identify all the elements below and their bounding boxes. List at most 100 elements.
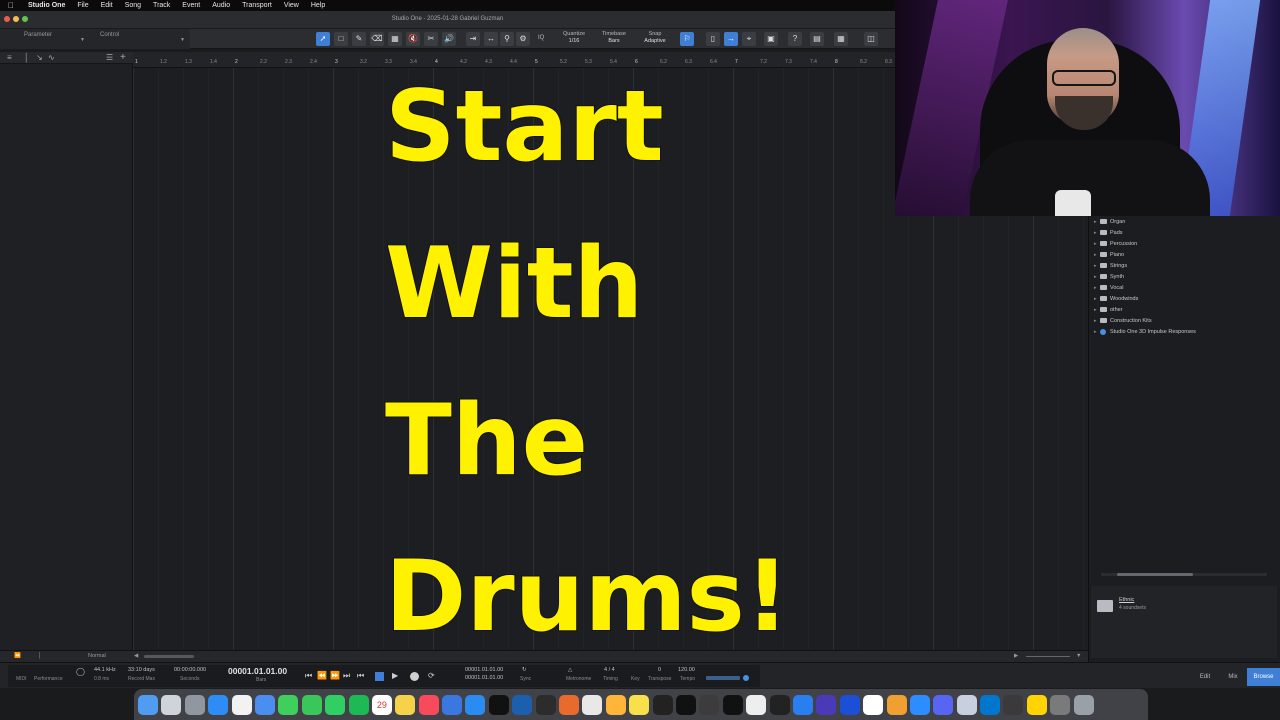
help-button[interactable]: ? [788,32,802,46]
spotify-icon[interactable] [348,694,369,715]
fast-forward-icon[interactable]: ⏩ [330,671,340,680]
screenshot-icon[interactable] [1050,694,1071,715]
quantize-selector[interactable]: Quantize 1/16 [560,31,588,45]
xcode-icon[interactable] [792,694,813,715]
listen-tool-icon[interactable]: 🔊 [442,32,456,46]
calendar-icon[interactable]: 29 [371,694,392,715]
browser-item[interactable]: ▸ Piano [1089,249,1280,260]
zoom-slider[interactable] [1026,656,1070,657]
activity-icon[interactable] [582,694,603,715]
browser-item[interactable]: ▸ Vocal [1089,282,1280,293]
chevron-down-icon[interactable]: ▼ [180,37,185,43]
screenflow-icon[interactable] [559,694,580,715]
editor-icon[interactable]: ▤ [810,32,824,46]
menu-event[interactable]: Event [176,2,206,9]
metronome-icon[interactable]: △ [568,667,572,673]
menu-edit[interactable]: Edit [95,2,119,9]
rode-icon[interactable] [769,694,790,715]
return-to-zero-icon[interactable]: ⏮ [305,671,312,681]
discord-icon[interactable] [933,694,954,715]
key-label[interactable]: Key [631,676,640,682]
volume-meter[interactable] [706,676,740,680]
crosshair-icon[interactable]: ⌖ [742,32,756,46]
launchpad-icon[interactable] [161,694,182,715]
go-to-end-icon[interactable]: ⏭ [343,671,350,681]
loop-end-value[interactable]: 00001.01.01.00 [465,675,503,681]
track-list-icon[interactable]: ▣ [764,32,778,46]
browser-item[interactable]: ▸ Studio One 3D Impulse Responses [1089,326,1280,337]
sync-icon[interactable]: ↻ [522,667,527,673]
scroll-left-icon[interactable]: ◀ [134,653,138,659]
volume-knob[interactable] [743,675,749,681]
range-tool-icon[interactable]: □ [334,32,348,46]
timebase-selector[interactable]: Timebase Bars [598,31,630,45]
notion-icon[interactable] [746,694,767,715]
automation-icon[interactable]: ↘ [36,53,43,62]
eraser-tool-icon[interactable]: ⌫ [370,32,384,46]
appstore-icon[interactable] [465,694,486,715]
safari-icon[interactable] [208,694,229,715]
browser-item[interactable]: ▸ Synth [1089,271,1280,282]
loop-start-value[interactable]: 00001.01.01.00 [465,667,503,673]
menu-file[interactable]: File [71,2,94,9]
position-display[interactable]: 00001.01.01.00 [228,666,287,676]
browser-item[interactable]: ▸ Woodwinds [1089,293,1280,304]
gfx-icon[interactable] [886,694,907,715]
rewind-icon[interactable]: ⏪ [317,671,327,680]
scroll-right-icon[interactable]: ▶ [1014,653,1018,659]
seconds-value[interactable]: 00:00:00.000 [174,667,206,673]
keynote-icon[interactable] [442,694,463,715]
play-button[interactable]: ▶ [392,671,398,680]
list-icon[interactable]: ☰ [106,53,113,62]
mail-icon[interactable] [254,694,275,715]
add-track-icon[interactable]: + [120,52,126,63]
layout-icon[interactable]: ◫ [864,32,878,46]
inspector-parameter-control[interactable]: Parameter Control ▼ ▼ [0,29,190,49]
iq-button[interactable]: IQ [538,35,544,42]
tempo-value[interactable]: 120.00 [678,667,695,673]
paint-tool-icon[interactable]: ▦ [388,32,402,46]
zoom-tool-icon[interactable]: ⚲ [500,32,514,46]
tab-browse[interactable]: Browse [1247,668,1280,686]
nectar-icon[interactable] [629,694,650,715]
preview-icon[interactable] [956,694,977,715]
menu-view[interactable]: View [278,2,305,9]
kontakt-icon[interactable] [699,694,720,715]
browser-scrollbar-thumb[interactable] [1117,573,1193,576]
finder-icon[interactable] [138,694,158,715]
notion-app-icon[interactable] [863,694,884,715]
browser-scrollbar[interactable] [1101,573,1267,576]
track-menu-icon[interactable]: ≡ [7,53,12,62]
zoom-icon[interactable] [909,694,930,715]
chrome-icon[interactable] [231,694,252,715]
snap-toggle-icon[interactable]: ⚐ [680,32,694,46]
split-tool-icon[interactable]: ✂ [424,32,438,46]
stop-button[interactable] [375,672,384,681]
menu-song[interactable]: Song [119,2,147,9]
serato-icon[interactable] [839,694,860,715]
loop-start-icon[interactable]: ⏮ [357,671,364,681]
visual-studio-icon[interactable] [816,694,837,715]
browser-item[interactable]: ▸ Strings [1089,260,1280,271]
horizontal-scrollbar[interactable] [144,655,194,658]
native-access-icon[interactable] [722,694,743,715]
mute-tool-icon[interactable]: 🔇 [406,32,420,46]
follow-edit-icon[interactable]: → [724,32,738,46]
studio-one-icon[interactable] [512,694,533,715]
loop-button[interactable]: ⟳ [428,671,435,680]
autoscroll-icon[interactable]: ▯ [706,32,720,46]
menu-app-name[interactable]: Studio One [22,2,71,9]
messages-icon[interactable] [278,694,299,715]
quicktime-icon[interactable] [1003,694,1024,715]
tab-edit[interactable]: Edit [1192,668,1218,686]
apple-icon[interactable]:  [0,1,22,10]
trash-icon[interactable] [1073,694,1094,715]
menu-help[interactable]: Help [305,2,331,9]
stretch-tool-icon[interactable]: ↔ [484,32,498,46]
browser-info-name[interactable]: Ethnic [1119,597,1134,603]
ableton-icon[interactable] [675,694,696,715]
obs-icon[interactable] [535,694,556,715]
menu-track[interactable]: Track [147,2,176,9]
menu-transport[interactable]: Transport [236,2,278,9]
sublime-icon[interactable] [605,694,626,715]
